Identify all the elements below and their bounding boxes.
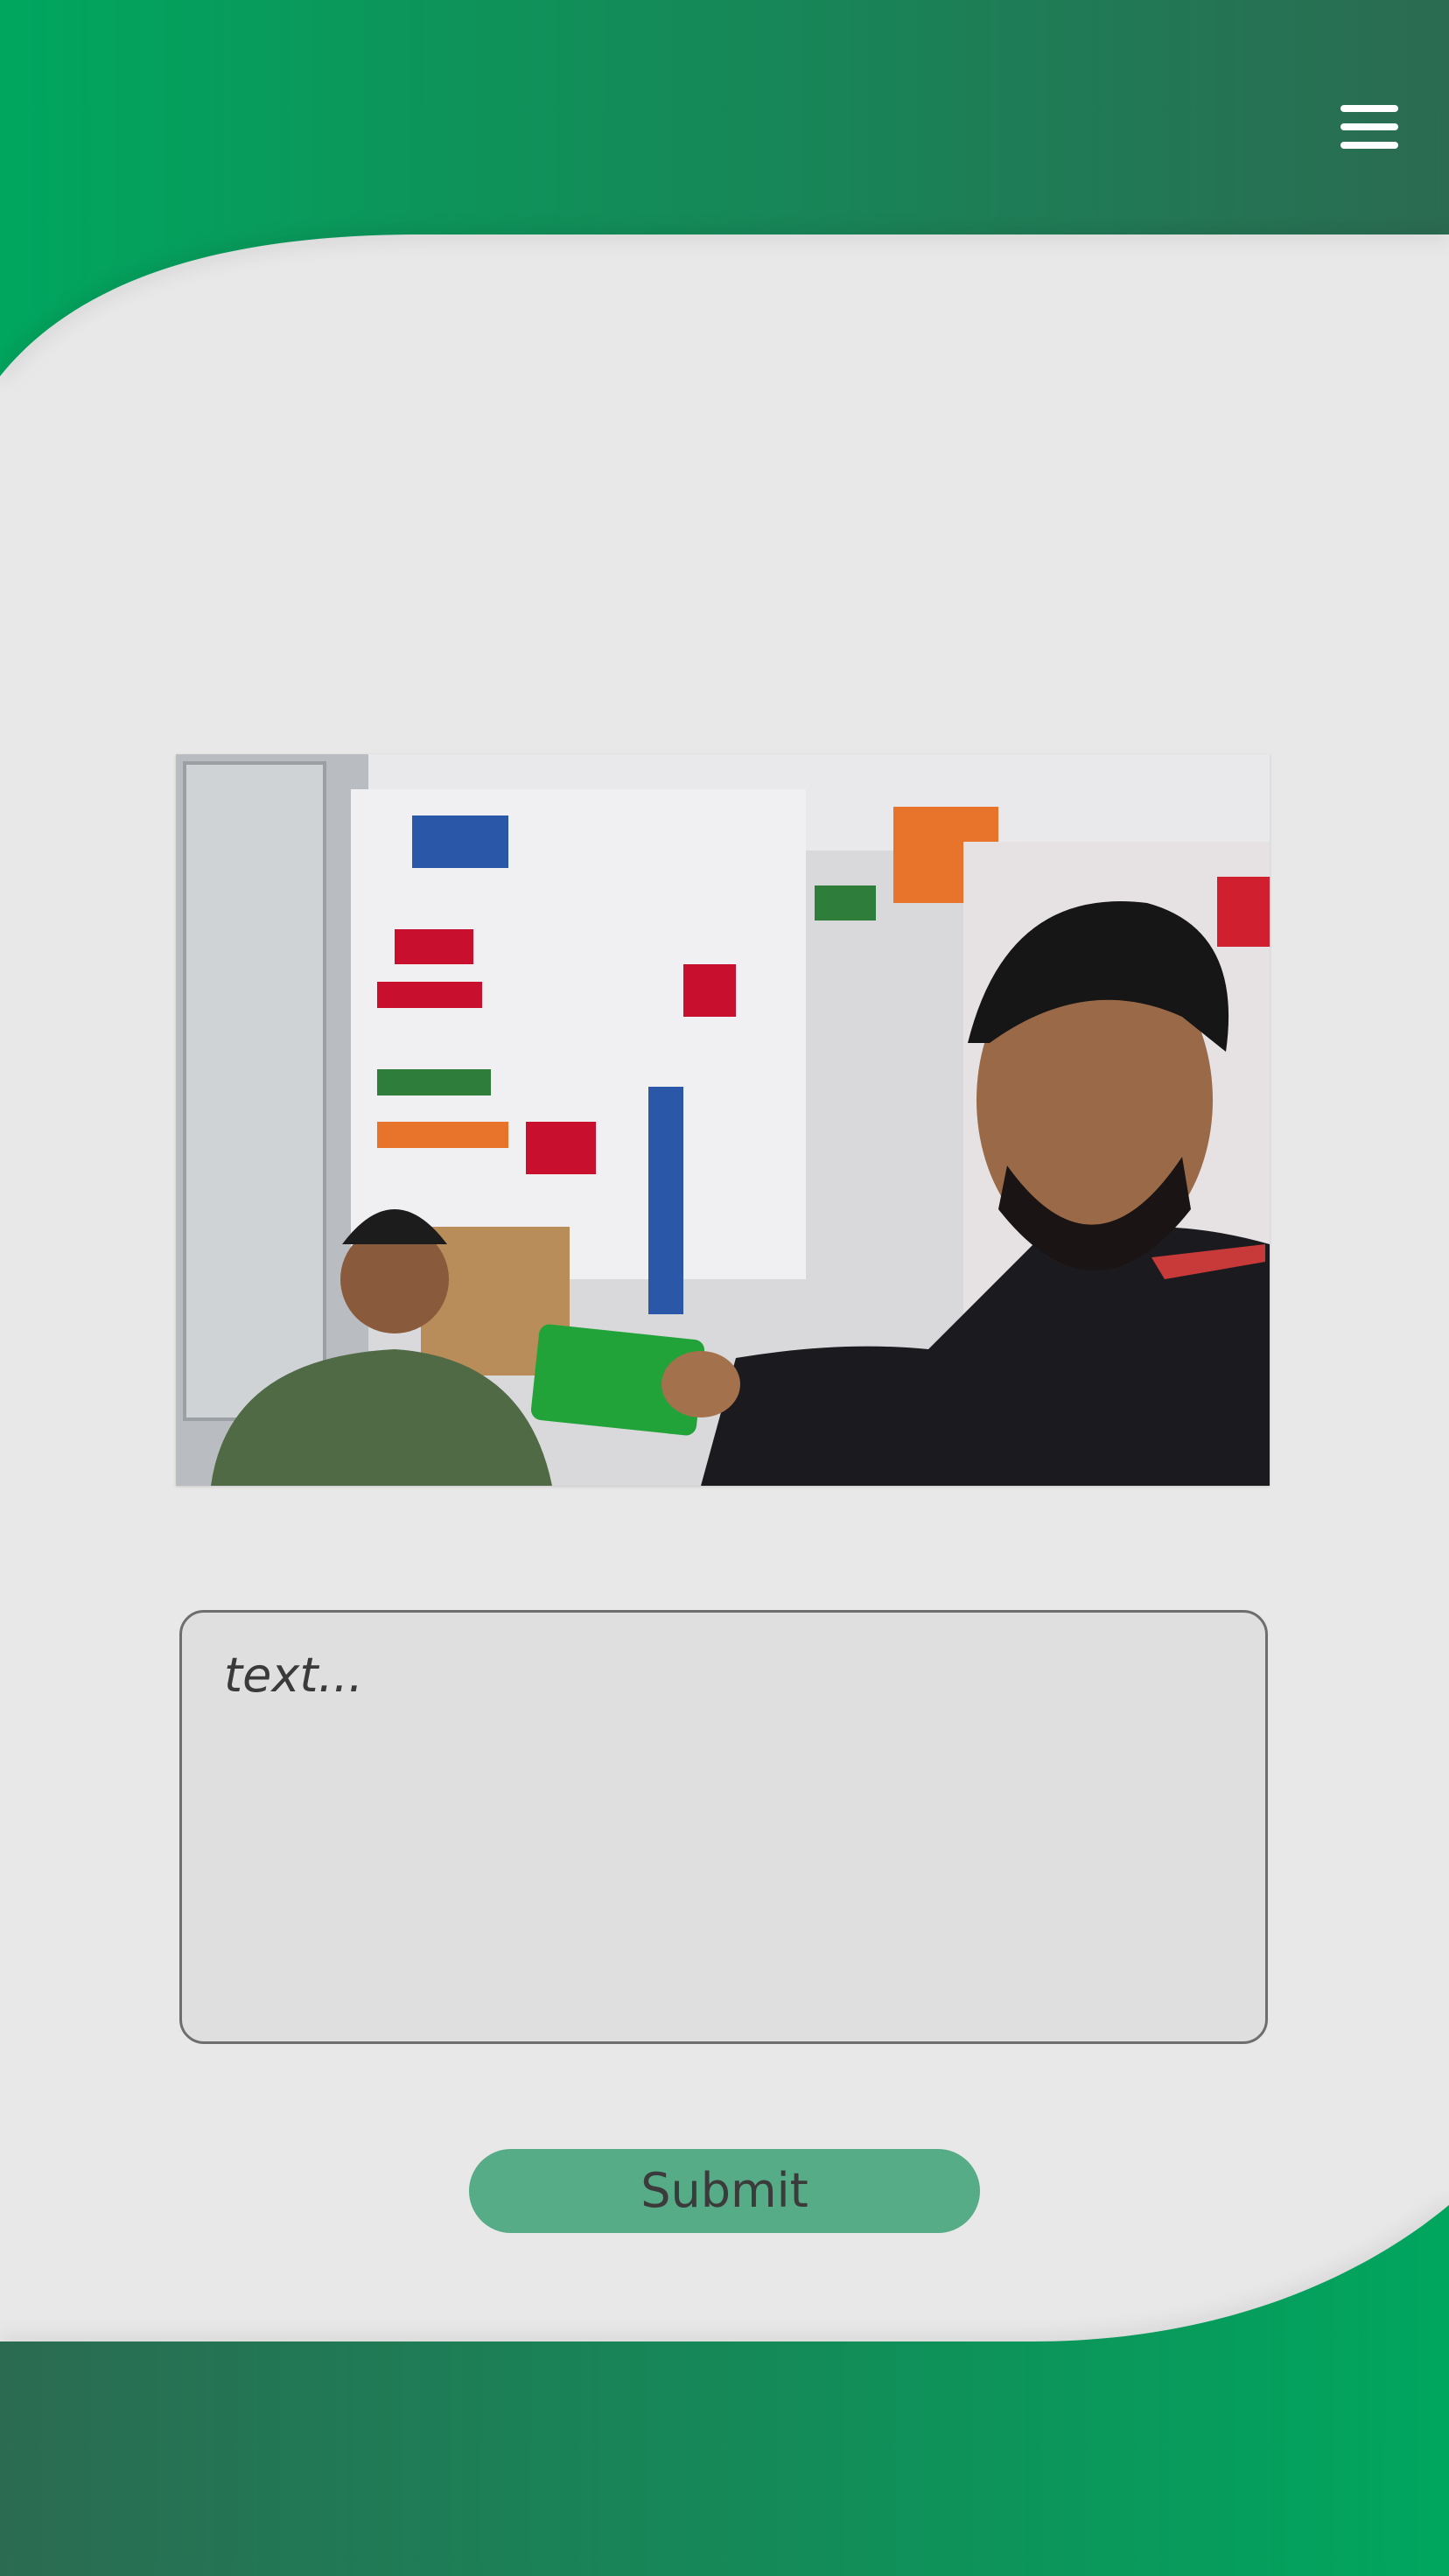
submit-button[interactable]: Submit	[469, 2149, 980, 2233]
hamburger-menu-icon[interactable]	[1332, 98, 1407, 156]
store-photo	[176, 754, 1270, 1486]
text-input[interactable]	[179, 1610, 1268, 2044]
